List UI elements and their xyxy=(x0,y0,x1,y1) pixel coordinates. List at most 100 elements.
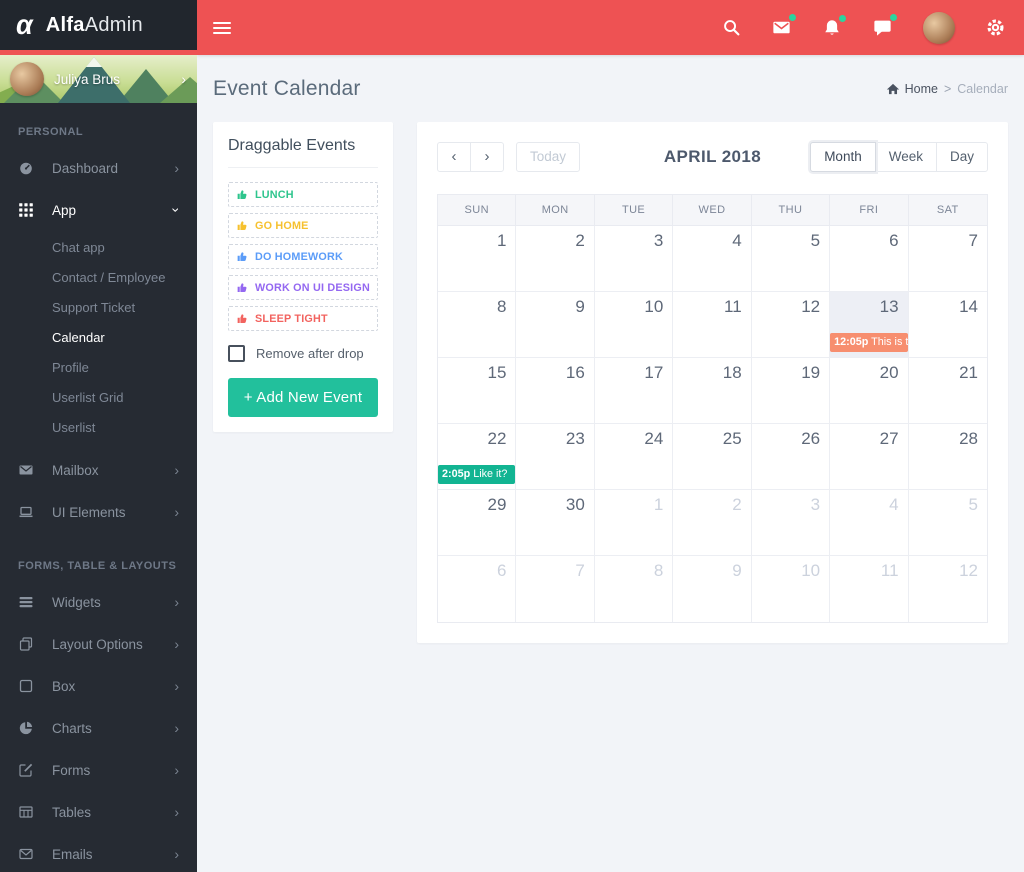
day-number: 21 xyxy=(959,363,978,382)
draggable-event-lunch[interactable]: LUNCH xyxy=(228,182,378,207)
day-number: 15 xyxy=(487,363,507,382)
calendar-cell-20[interactable]: 20 xyxy=(830,358,909,424)
calendar-cell-3[interactable]: 3 xyxy=(594,226,674,292)
calendar-cell-17[interactable]: 17 xyxy=(594,358,674,424)
draggable-event-sleep-tight[interactable]: SLEEP TIGHT xyxy=(228,306,378,331)
calendar-cell-next-3[interactable]: 3 xyxy=(751,490,831,556)
calendar-cell-21[interactable]: 21 xyxy=(908,358,987,424)
sidebar-subitem-chat-app[interactable]: Chat app xyxy=(0,233,197,263)
user-avatar[interactable] xyxy=(923,11,955,44)
envelope-icon xyxy=(18,846,52,862)
prev-month-button[interactable]: ‹ xyxy=(437,142,471,172)
settings-icon[interactable] xyxy=(985,17,1006,38)
calendar-cell-29[interactable]: 29 xyxy=(438,490,517,556)
draggable-event-do-homework[interactable]: DO HOMEWORK xyxy=(228,244,378,269)
day-number: 9 xyxy=(575,297,585,316)
day-number: 5 xyxy=(968,495,978,514)
calendar-cell-2[interactable]: 2 xyxy=(516,226,595,292)
draggable-event-work-on-ui-design[interactable]: WORK ON UI DESIGN xyxy=(228,275,378,300)
remove-after-drop-checkbox[interactable] xyxy=(228,345,245,362)
calendar-cell-24[interactable]: 24 xyxy=(594,424,674,490)
calendar-cell-9[interactable]: 9 xyxy=(516,292,595,358)
view-button-day[interactable]: Day xyxy=(935,142,988,172)
calendar-cell-22[interactable]: 22 2:05p Like it? xyxy=(438,424,517,490)
chat-icon[interactable] xyxy=(872,14,897,38)
calendar-cell-11[interactable]: 11 xyxy=(673,292,752,358)
chevron-right-icon: › xyxy=(174,636,179,652)
notification-badge xyxy=(890,14,897,21)
mail-icon[interactable] xyxy=(771,14,796,38)
today-button[interactable]: Today xyxy=(516,142,581,172)
next-month-button[interactable]: › xyxy=(470,142,504,172)
chevron-left-icon: ‹ xyxy=(451,148,457,165)
sidebar-item-app[interactable]: App › xyxy=(0,189,197,231)
chevron-right-icon: › xyxy=(174,762,179,778)
calendar-cell-1[interactable]: 1 xyxy=(438,226,517,292)
calendar-cell-18[interactable]: 18 xyxy=(673,358,752,424)
calendar-cell-next-4[interactable]: 4 xyxy=(830,490,909,556)
calendar-cell-12[interactable]: 12 xyxy=(751,292,831,358)
calendar-cell-16[interactable]: 16 xyxy=(516,358,595,424)
bell-icon[interactable] xyxy=(822,14,846,38)
avatar[interactable] xyxy=(10,62,44,96)
calendar-cell-23[interactable]: 23 xyxy=(516,424,595,490)
sidebar-item-dashboard[interactable]: Dashboard › xyxy=(0,147,197,189)
day-number: 24 xyxy=(644,429,664,448)
calendar-cell-6[interactable]: 6 xyxy=(830,226,909,292)
calendar-cell-25[interactable]: 25 xyxy=(673,424,752,490)
calendar-cell-next-2[interactable]: 2 xyxy=(673,490,752,556)
calendar-cell-next-9[interactable]: 9 xyxy=(673,556,752,622)
calendar-cell-next-12[interactable]: 12 xyxy=(908,556,987,622)
sidebar-item-layout-options[interactable]: Layout Options › xyxy=(0,623,197,665)
breadcrumb-separator: > xyxy=(943,81,952,96)
sidebar-item-tables[interactable]: Tables › xyxy=(0,791,197,833)
sidebar-subitem-contact-employee[interactable]: Contact / Employee xyxy=(0,263,197,293)
sidebar-item-widgets[interactable]: Widgets › xyxy=(0,581,197,623)
panel-title: Draggable Events xyxy=(228,137,378,168)
calendar-cell-next-1[interactable]: 1 xyxy=(594,490,674,556)
calendar-cell-next-6[interactable]: 6 xyxy=(438,556,517,622)
remove-after-drop-option[interactable]: Remove after drop xyxy=(228,345,378,362)
view-button-week[interactable]: Week xyxy=(874,142,937,172)
calendar-cell-15[interactable]: 15 xyxy=(438,358,517,424)
calendar-cell-4[interactable]: 4 xyxy=(673,226,752,292)
sidebar-item-charts[interactable]: Charts › xyxy=(0,707,197,749)
calendar-cell-10[interactable]: 10 xyxy=(594,292,674,358)
calendar-cell-19[interactable]: 19 xyxy=(751,358,831,424)
user-profile-banner[interactable]: Juliya Brus › xyxy=(0,55,197,103)
menu-icon[interactable] xyxy=(213,19,231,37)
draggable-event-go-home[interactable]: GO HOME xyxy=(228,213,378,238)
sidebar-item-ui-elements[interactable]: UI Elements › xyxy=(0,491,197,533)
sidebar-subitem-profile[interactable]: Profile xyxy=(0,353,197,383)
calendar-event[interactable]: 12:05p This is t xyxy=(830,333,908,352)
calendar-cell-13[interactable]: 13 12:05p This is t xyxy=(830,292,909,358)
sidebar-subitem-support-ticket[interactable]: Support Ticket xyxy=(0,293,197,323)
add-new-event-button[interactable]: + Add New Event xyxy=(228,378,378,417)
calendar-cell-30[interactable]: 30 xyxy=(516,490,595,556)
sidebar-item-emails[interactable]: Emails › xyxy=(0,833,197,872)
sidebar-subitem-calendar[interactable]: Calendar xyxy=(0,323,197,353)
calendar-cell-next-7[interactable]: 7 xyxy=(516,556,595,622)
calendar-cell-27[interactable]: 27 xyxy=(830,424,909,490)
sidebar-subitem-userlist-grid[interactable]: Userlist Grid xyxy=(0,383,197,413)
sidebar-item-mailbox[interactable]: Mailbox › xyxy=(0,449,197,491)
breadcrumb-home-link[interactable]: Home xyxy=(886,82,938,96)
calendar-event[interactable]: 2:05p Like it? xyxy=(438,465,516,484)
calendar-cell-next-11[interactable]: 11 xyxy=(830,556,909,622)
calendar-cell-14[interactable]: 14 xyxy=(908,292,987,358)
calendar-cell-8[interactable]: 8 xyxy=(438,292,517,358)
calendar-cell-26[interactable]: 26 xyxy=(751,424,831,490)
calendar-cell-5[interactable]: 5 xyxy=(751,226,831,292)
search-icon[interactable] xyxy=(722,18,741,37)
sidebar-item-box[interactable]: Box › xyxy=(0,665,197,707)
sidebar-subitem-userlist[interactable]: Userlist xyxy=(0,413,197,443)
calendar-cell-next-8[interactable]: 8 xyxy=(594,556,674,622)
view-button-month[interactable]: Month xyxy=(810,142,876,172)
calendar-cell-7[interactable]: 7 xyxy=(908,226,987,292)
chevron-right-icon: › xyxy=(174,804,179,820)
calendar-cell-next-5[interactable]: 5 xyxy=(908,490,987,556)
calendar-cell-28[interactable]: 28 xyxy=(908,424,987,490)
sidebar-item-forms[interactable]: Forms › xyxy=(0,749,197,791)
app-logo[interactable]: α Alfa Admin xyxy=(0,0,197,50)
calendar-cell-next-10[interactable]: 10 xyxy=(751,556,831,622)
